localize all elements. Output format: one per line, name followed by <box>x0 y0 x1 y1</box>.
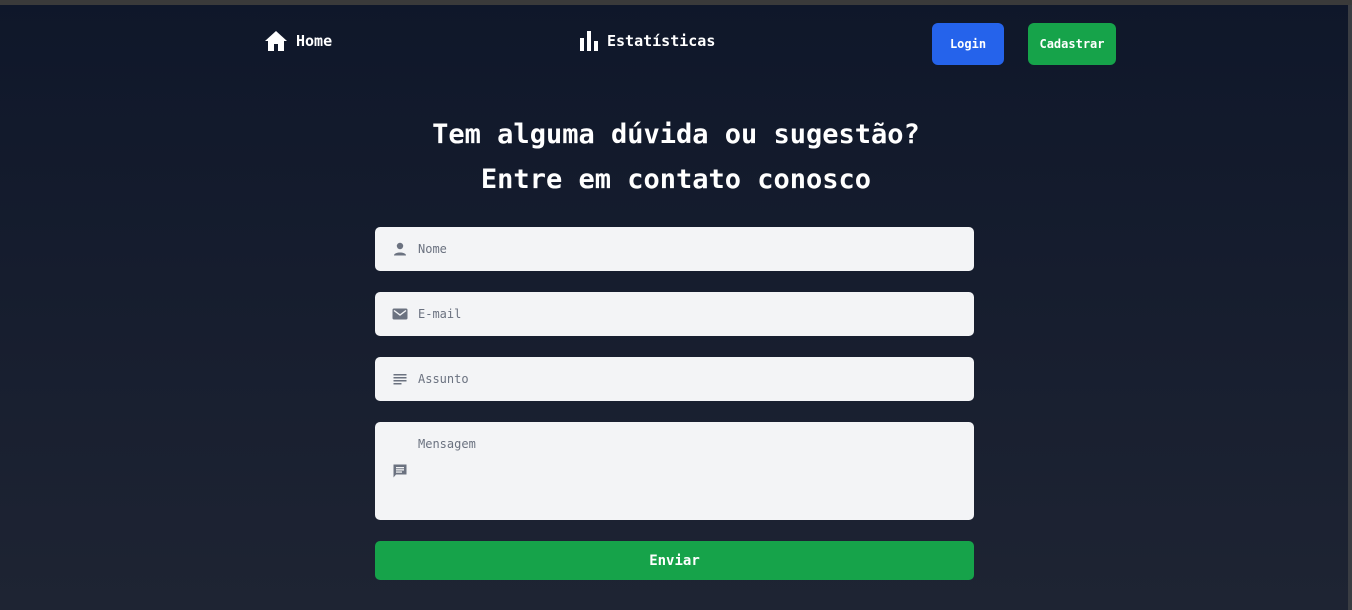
message-field-container <box>375 422 974 520</box>
contact-subtitle: Entre em contato conosco <box>480 164 872 195</box>
mail-icon <box>392 306 408 322</box>
message-icon <box>392 463 408 479</box>
contact-title: Tem alguma dúvida ou sugestão? <box>432 119 920 150</box>
submit-button[interactable]: Enviar <box>375 541 974 580</box>
window-top-border <box>0 0 1352 5</box>
subject-field-container <box>375 357 974 401</box>
user-icon <box>392 241 408 257</box>
subject-lines-icon <box>392 371 408 387</box>
email-field-container <box>375 292 974 336</box>
bar-chart-icon <box>579 30 599 52</box>
nav-statistics-link[interactable]: Estatísticas <box>579 30 715 52</box>
message-textarea[interactable] <box>418 436 958 514</box>
scrollbar-track[interactable] <box>1348 5 1352 610</box>
email-input[interactable] <box>418 292 958 336</box>
nav-home-link[interactable]: Home <box>264 30 332 52</box>
name-field-container <box>375 227 974 271</box>
name-input[interactable] <box>418 227 958 271</box>
login-button[interactable]: Login <box>932 23 1004 65</box>
home-icon <box>264 30 288 52</box>
nav-statistics-label: Estatísticas <box>607 32 716 50</box>
signup-button[interactable]: Cadastrar <box>1028 23 1116 65</box>
nav-home-label: Home <box>296 32 333 50</box>
subject-input[interactable] <box>418 357 958 401</box>
